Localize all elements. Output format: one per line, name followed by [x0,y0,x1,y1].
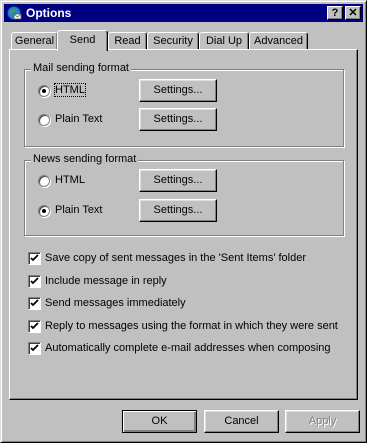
close-button[interactable]: ✕ [345,6,361,20]
tab-send-label: Send [69,34,96,46]
mail-html-label: HTML [54,83,86,97]
checkmark-icon [30,322,39,330]
tab-dial-up[interactable]: Dial Up [199,32,249,50]
ok-button[interactable]: OK [122,410,197,433]
checkbox[interactable] [28,275,41,288]
radio-button[interactable] [38,114,50,126]
news-plain-text-label: Plain Text [55,204,103,216]
send-immediately-checkbox[interactable]: Send messages immediately [28,296,328,312]
mail-plain-settings-button[interactable]: Settings... [139,108,217,131]
tab-send[interactable]: Send [57,30,108,51]
title-bar[interactable]: Options ? ✕ [4,4,363,22]
save-copy-checkbox[interactable]: Save copy of sent messages in the 'Sent … [28,251,328,267]
autocomplete-addresses-checkbox[interactable]: Automatically complete e-mail addresses … [28,341,348,357]
checkmark-icon [30,344,39,352]
send-tab-panel: Mail sending format HTML Plain Text Sett… [9,49,358,400]
checkbox[interactable] [28,342,41,355]
news-plain-settings-button[interactable]: Settings... [139,199,217,222]
tab-advanced[interactable]: Advanced [249,32,308,50]
cancel-button[interactable]: Cancel [204,410,279,433]
save-copy-label: Save copy of sent messages in the 'Sent … [45,252,307,264]
include-message-label: Include message in reply [45,275,167,287]
mail-html-settings-button[interactable]: Settings... [139,79,217,102]
reply-format-checkbox[interactable]: Reply to messages using the format in wh… [28,319,348,335]
mail-html-radio[interactable]: HTML [38,83,118,99]
radio-selected-dot [42,209,46,213]
tab-read[interactable]: Read [108,32,147,50]
checkbox[interactable] [28,320,41,333]
mail-plain-text-label: Plain Text [55,113,103,125]
help-icon: ? [331,7,339,19]
checkmark-icon [30,254,39,262]
checkmark-icon [30,277,39,285]
close-icon: ✕ [348,7,358,19]
mail-sending-format-group: Mail sending format HTML Plain Text Sett… [24,62,344,147]
radio-selected-dot [42,89,46,93]
radio-button[interactable] [38,205,50,217]
radio-button[interactable] [38,85,50,97]
reply-format-label: Reply to messages using the format in wh… [45,320,338,332]
news-html-label: HTML [55,174,85,186]
mail-format-group-label: Mail sending format [31,62,131,74]
send-immediately-label: Send messages immediately [45,297,186,309]
mail-plain-text-radio[interactable]: Plain Text [38,112,128,128]
options-dialog: Options ? ✕ General Send Read Security D… [0,0,367,443]
tab-general[interactable]: General [11,32,58,50]
news-html-settings-button[interactable]: Settings... [139,169,217,192]
autocomplete-addresses-label: Automatically complete e-mail addresses … [45,342,331,354]
tab-security[interactable]: Security [147,32,199,50]
checkbox[interactable] [28,297,41,310]
news-html-radio[interactable]: HTML [38,173,118,189]
radio-button[interactable] [38,175,50,187]
news-sending-format-group: News sending format HTML Plain Text Sett… [24,153,344,236]
apply-button[interactable]: Apply [285,410,360,433]
help-button[interactable]: ? [327,6,343,20]
window-title: Options [26,6,72,20]
checkmark-icon [30,299,39,307]
news-plain-text-radio[interactable]: Plain Text [38,203,128,219]
outlook-express-icon [7,6,22,20]
checkbox[interactable] [28,252,41,265]
include-message-checkbox[interactable]: Include message in reply [28,274,328,290]
news-format-group-label: News sending format [31,153,139,165]
